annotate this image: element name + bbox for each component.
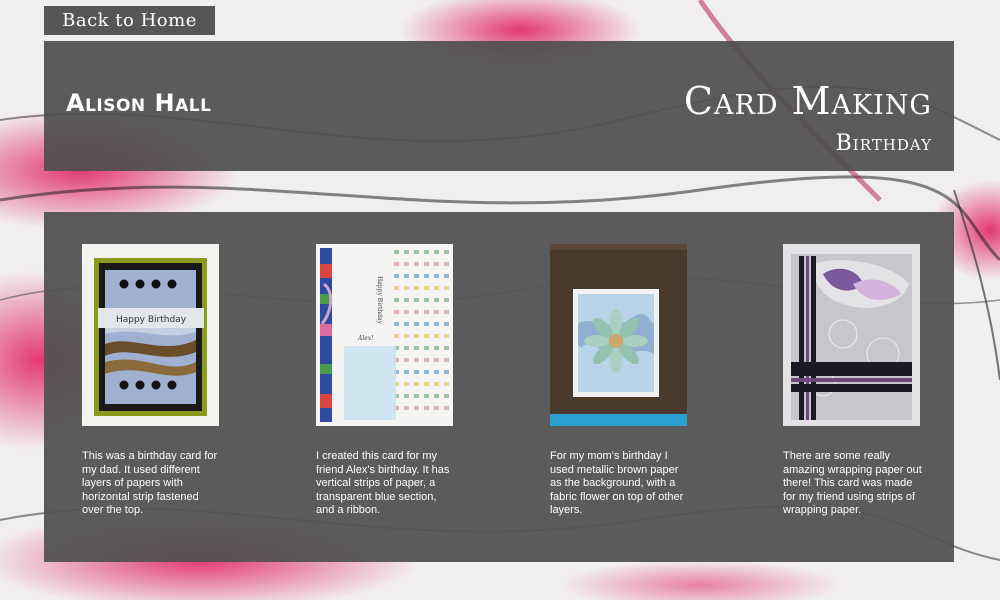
gallery-item: There are some really amazing wrapping p… bbox=[783, 244, 922, 518]
card-photo-friend[interactable] bbox=[783, 244, 920, 426]
page-title: Card Making bbox=[683, 79, 932, 123]
page-subtitle: Birthday bbox=[835, 131, 932, 156]
card-caption: This was a birthday card for my dad. It … bbox=[82, 450, 218, 516]
card-inner-text-2: Alex! bbox=[357, 335, 374, 342]
page-header: Alison Hall Card Making Birthday bbox=[44, 41, 954, 171]
gallery-item: Happy Birthday This was a birthday card … bbox=[82, 244, 219, 518]
gallery-item: For my mom's birthday I used metallic br… bbox=[550, 244, 687, 518]
card-photo-mom[interactable] bbox=[550, 244, 687, 426]
card-caption: I created this card for my friend Alex's… bbox=[316, 450, 450, 516]
card-photo-alex[interactable]: Happy Birthday Alex! bbox=[316, 244, 453, 426]
card-inner-text: Happy Birthday bbox=[116, 315, 187, 325]
card-photo-dad[interactable]: Happy Birthday bbox=[82, 244, 219, 426]
author-name: Alison Hall bbox=[66, 89, 212, 117]
gallery-item: Happy Birthday Alex! I created this card… bbox=[316, 244, 453, 518]
card-caption: For my mom's birthday I used metallic br… bbox=[550, 450, 684, 516]
card-inner-text: Happy Birthday bbox=[376, 276, 383, 325]
back-to-home-button[interactable]: Back to Home bbox=[44, 6, 215, 35]
card-caption: There are some really amazing wrapping p… bbox=[783, 450, 922, 516]
card-gallery: Happy Birthday This was a birthday card … bbox=[44, 212, 954, 562]
